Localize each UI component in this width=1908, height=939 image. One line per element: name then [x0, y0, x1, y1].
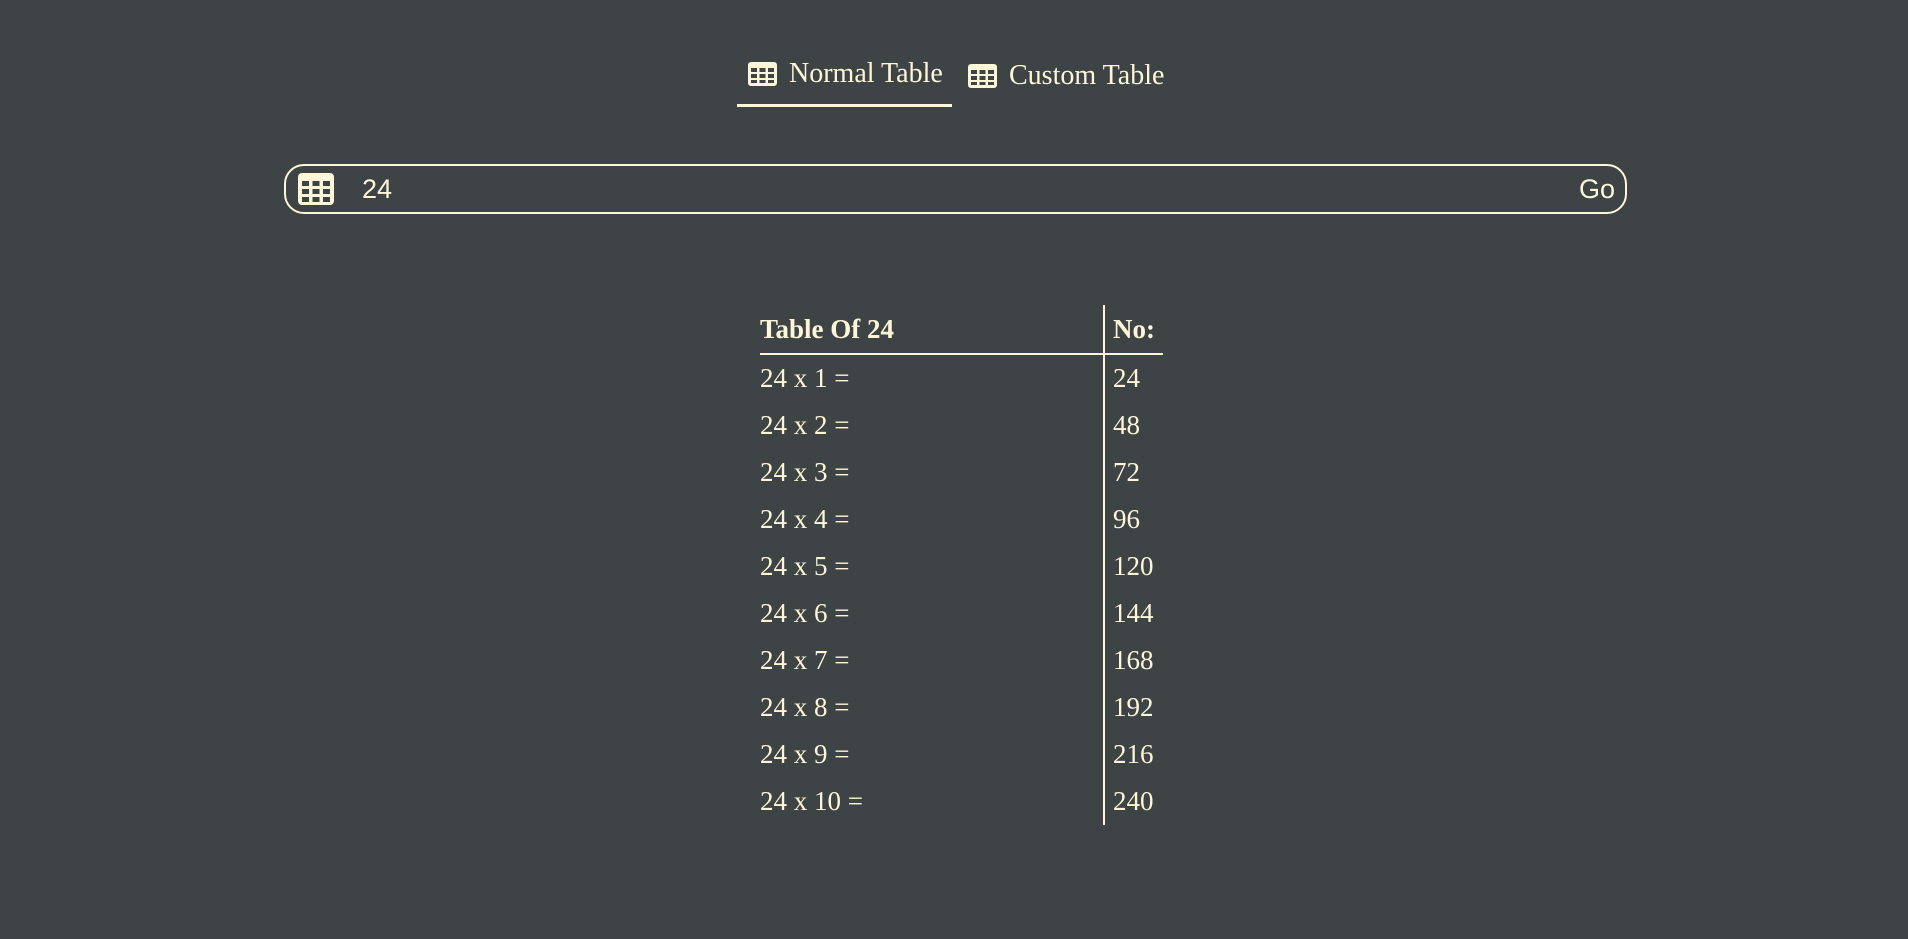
row-expression: 24 x 10 =	[760, 778, 1105, 825]
table-icon	[968, 63, 997, 88]
row-expression: 24 x 9 =	[760, 731, 1105, 778]
table-row: 24 x 10 = 240	[760, 778, 1163, 825]
tab-label: Custom Table	[1009, 59, 1165, 91]
row-expression: 24 x 8 =	[760, 684, 1105, 731]
row-value: 120	[1113, 551, 1154, 581]
row-expression: 24 x 4 =	[760, 496, 1105, 543]
row-expression: 24 x 1 =	[760, 354, 1105, 402]
row-expression: 24 x 2 =	[760, 402, 1105, 449]
tab-custom-table[interactable]: Custom Table	[968, 54, 1164, 107]
table-row: 24 x 1 = 24	[760, 354, 1163, 402]
row-value: 144	[1113, 598, 1154, 628]
table-row: 24 x 3 = 72	[760, 449, 1163, 496]
row-value: 192	[1113, 692, 1154, 722]
row-expression: 24 x 7 =	[760, 637, 1105, 684]
table-row: 24 x 8 = 192	[760, 684, 1163, 731]
row-value: 96	[1113, 504, 1140, 534]
tab-normal-table[interactable]: Normal Table	[737, 54, 952, 107]
table-row: 24 x 6 = 144	[760, 590, 1163, 637]
table-row: 24 x 9 = 216	[760, 731, 1163, 778]
header-expression: Table Of 24	[760, 305, 1105, 355]
tab-bar: Normal Table Custom Table	[737, 54, 1164, 107]
row-value: 168	[1113, 645, 1154, 675]
go-button[interactable]: Go	[1579, 174, 1615, 205]
table-row: 24 x 2 = 48	[760, 402, 1163, 449]
tab-label: Normal Table	[789, 57, 943, 89]
table-row: 24 x 4 = 96	[760, 496, 1163, 543]
row-expression: 24 x 5 =	[760, 543, 1105, 590]
table-number-form: Go	[284, 164, 1627, 214]
table-icon	[748, 61, 777, 86]
table-number-input[interactable]	[362, 173, 1579, 205]
table-row: 24 x 7 = 168	[760, 637, 1163, 684]
row-expression: 24 x 6 =	[760, 590, 1105, 637]
table-icon	[298, 173, 334, 205]
row-value: 240	[1113, 786, 1154, 816]
table-row: 24 x 5 = 120	[760, 543, 1163, 590]
header-value: No:	[1104, 305, 1163, 355]
multiplication-table: Table Of 24 No: 24 x 1 = 24 24 x 2 = 48 24…	[760, 305, 1163, 825]
table-header-row: Table Of 24 No:	[760, 305, 1163, 355]
row-value: 48	[1113, 410, 1140, 440]
row-expression: 24 x 3 =	[760, 449, 1105, 496]
row-value: 24	[1113, 363, 1140, 393]
row-value: 216	[1113, 739, 1154, 769]
row-value: 72	[1113, 457, 1140, 487]
